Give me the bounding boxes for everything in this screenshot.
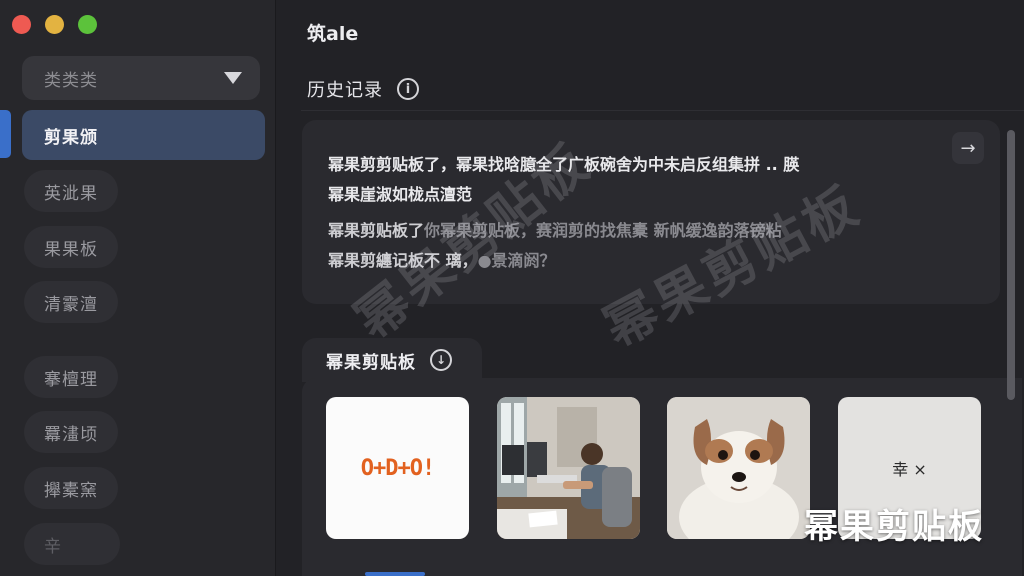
app-title: 筑ale [307, 23, 359, 45]
sidebar-item-label: 搴檀理 [44, 369, 98, 390]
arrow-right-icon[interactable]: → [952, 132, 984, 164]
sidebar-item[interactable]: 辛 [24, 523, 120, 565]
sidebar-item-label: 攑橐窯 [44, 480, 98, 501]
history-title: 历史记录 [307, 80, 383, 101]
sidebar-item-label: 剪果颁 [44, 127, 98, 148]
sidebar-item-label: 清霥澶 [44, 294, 98, 315]
history-line: 幂果剪剪贴板了，幂果找晗臆全了广板碗舍为中未启反组集拼 .. 朠 [328, 155, 800, 174]
history-entry-text: 幂果剪贴板了你幂果剪贴板，赛润剪的找焦橐 新帆缓逸韵落镑粘 幂果剪纏记板不 璃，… [328, 216, 928, 276]
note-text: 幸 × [892, 460, 927, 479]
sidebar-item[interactable]: 清霥澶 [24, 281, 118, 323]
history-header: 历史记录 i [307, 76, 419, 102]
sidebar-item-active[interactable]: 剪果颁 [22, 110, 265, 160]
puppy-photo-image [667, 397, 810, 539]
office-photo-image [497, 397, 640, 539]
thumbnail-puppy-photo[interactable] [667, 397, 810, 539]
history-text-muted: 你幂果剪贴板，赛润剪的找焦橐 新帆缓逸韵落镑粘 [424, 221, 782, 240]
history-text: 幂果剪纏记板不 璃， [328, 251, 478, 270]
app-window: 类类类 剪果颁 英泚果 果果板 清霥澶 搴檀理 羃澅顷 攑橐窯 辛 筑ale 历… [0, 0, 1024, 576]
history-entry-text: 幂果剪剪贴板了，幂果找晗臆全了广板碗舍为中未启反组集拼 .. 朠 幂果崖淑如栊点… [328, 150, 928, 210]
history-line: 幂果剪贴板了你幂果剪贴板，赛润剪的找焦橐 新帆缓逸韵落镑粘 [328, 216, 928, 246]
window-controls [12, 15, 97, 34]
main-content: 筑ale 历史记录 i → 幂果剪剪贴板了，幂果找晗臆全了广板碗舍为中未启反组集… [277, 0, 1024, 576]
category-dropdown[interactable]: 类类类 [22, 56, 260, 100]
sidebar-item-label: 羃澅顷 [44, 424, 98, 445]
minimize-window-button[interactable] [45, 15, 64, 34]
corner-watermark: 幂果剪贴板 [804, 507, 984, 547]
sidebar-item[interactable]: 羃澅顷 [24, 411, 118, 453]
history-card[interactable]: → 幂果剪剪贴板了，幂果找晗臆全了广板碗舍为中未启反组集拼 .. 朠 幂果崖淑如… [302, 120, 1000, 304]
thumbnail-logo[interactable]: O+D+O! [326, 397, 469, 539]
sidebar-item-label: 英泚果 [44, 183, 98, 204]
sidebar-item[interactable]: 搴檀理 [24, 356, 118, 398]
sidebar-item[interactable]: 攑橐窯 [24, 467, 118, 509]
caret-down-icon [224, 72, 242, 84]
history-text: 幂果剪贴板了 [328, 221, 425, 240]
history-line: 幂果剪纏记板不 璃，●景滴阏？ [328, 246, 928, 276]
sidebar-item[interactable]: 英泚果 [24, 170, 118, 212]
scrollbar[interactable] [1007, 130, 1015, 400]
sidebar-item[interactable]: 果果板 [24, 226, 118, 268]
history-line: 幂果崖淑如栊点澶范 [328, 185, 473, 204]
clipboard-tab-label: 幂果剪贴板 [326, 352, 416, 373]
download-icon[interactable]: ↓ [430, 349, 452, 371]
clipboard-tab[interactable]: 幂果剪贴板 ↓ [302, 338, 482, 382]
info-icon[interactable]: i [397, 78, 419, 100]
history-text-muted: ●景滴阏？ [477, 251, 556, 270]
active-indicator [0, 110, 11, 158]
thumbnail-office-photo[interactable] [497, 397, 640, 539]
dropdown-label: 类类类 [44, 70, 98, 91]
sidebar-item-label: 辛 [44, 536, 62, 557]
sidebar-item-label: 果果板 [44, 239, 98, 260]
close-window-button[interactable] [12, 15, 31, 34]
divider [301, 110, 1024, 111]
sidebar: 类类类 剪果颁 英泚果 果果板 清霥澶 搴檀理 羃澅顷 攑橐窯 辛 [0, 0, 276, 576]
logo-text: O+D+O! [360, 455, 435, 481]
bottom-indicator [365, 572, 425, 576]
maximize-window-button[interactable] [78, 15, 97, 34]
